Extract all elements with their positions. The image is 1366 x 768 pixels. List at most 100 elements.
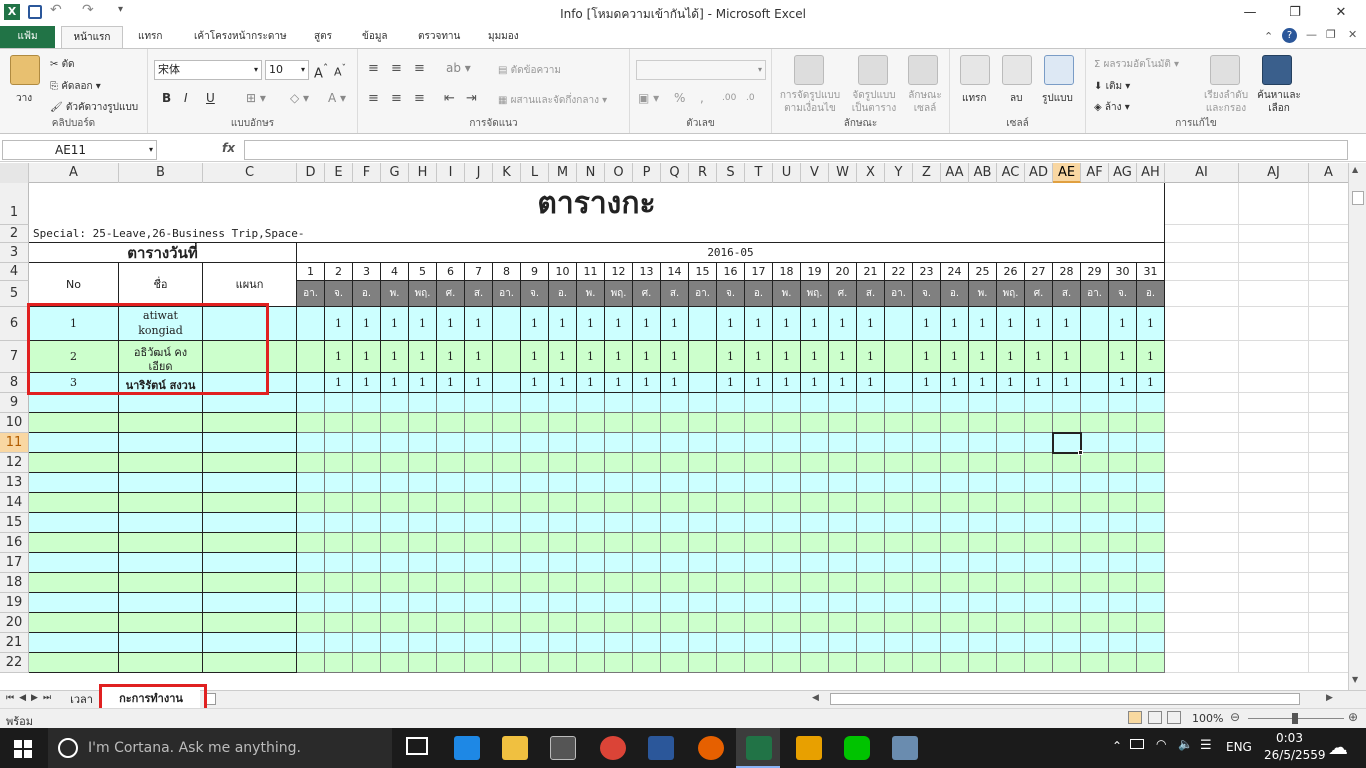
decrease-indent-icon[interactable]: ⇤ — [444, 91, 455, 106]
scroll-down-icon[interactable]: ▼ — [1352, 675, 1358, 684]
empty-cell[interactable] — [381, 393, 409, 413]
empty-cell[interactable] — [689, 573, 717, 593]
empty-cell[interactable] — [1309, 473, 1348, 493]
empty-cell[interactable] — [969, 513, 997, 533]
paste-button[interactable]: วาง — [16, 91, 32, 106]
empty-cell[interactable] — [885, 453, 913, 473]
insert-cells-icon[interactable] — [960, 55, 990, 85]
empty-cell[interactable] — [1025, 433, 1053, 453]
empty-cell[interactable] — [1239, 453, 1309, 473]
empty-cell[interactable] — [969, 613, 997, 633]
zoom-in-icon[interactable]: ⊕ — [1348, 710, 1358, 724]
empty-cell[interactable] — [437, 633, 465, 653]
clock-date[interactable]: 26/5/2559 — [1264, 748, 1326, 762]
empty-cell[interactable] — [437, 473, 465, 493]
internet-explorer-icon[interactable] — [454, 736, 480, 760]
sheet-tab-time[interactable]: เวลา — [64, 691, 100, 708]
empty-cell[interactable] — [745, 653, 773, 673]
empty-cell[interactable] — [1081, 633, 1109, 653]
empty-cell[interactable] — [717, 553, 745, 573]
empty-cell[interactable] — [829, 593, 857, 613]
empty-cell[interactable] — [549, 593, 577, 613]
format-painter-button[interactable]: 🖌 ตัวคัดวางรูปแบบ — [50, 100, 138, 115]
empty-cell[interactable] — [633, 553, 661, 573]
empty-cell[interactable] — [1053, 393, 1081, 413]
row-header[interactable]: 11 — [0, 433, 29, 453]
shift-cell[interactable]: 1 — [773, 307, 801, 341]
empty-cell[interactable] — [203, 393, 297, 413]
empty-cell[interactable] — [1309, 593, 1348, 613]
row-header[interactable]: 14 — [0, 493, 29, 513]
empty-cell[interactable] — [353, 533, 381, 553]
empty-cell[interactable] — [1309, 553, 1348, 573]
empty-cell[interactable] — [885, 473, 913, 493]
empty-cell[interactable] — [997, 453, 1025, 473]
empty-cell[interactable] — [1081, 473, 1109, 493]
row-header[interactable]: 13 — [0, 473, 29, 493]
empty-cell[interactable] — [1309, 413, 1348, 433]
empty-cell[interactable] — [297, 653, 325, 673]
empty-cell[interactable] — [969, 453, 997, 473]
empty-cell[interactable] — [661, 433, 689, 453]
shift-cell[interactable]: 1 — [969, 373, 997, 393]
empty-cell[interactable] — [661, 613, 689, 633]
empty-cell[interactable] — [941, 493, 969, 513]
empty-cell[interactable] — [857, 433, 885, 453]
empty-cell[interactable] — [857, 573, 885, 593]
empty-cell[interactable] — [353, 453, 381, 473]
empty-cell[interactable] — [29, 513, 119, 533]
shift-cell[interactable]: 1 — [913, 341, 941, 373]
empty-cell[interactable] — [381, 653, 409, 673]
empty-cell[interactable] — [577, 493, 605, 513]
empty-cell[interactable] — [119, 653, 203, 673]
empty-cell[interactable] — [119, 473, 203, 493]
empty-cell[interactable] — [1109, 453, 1137, 473]
empty-cell[interactable] — [203, 413, 297, 433]
empty-cell[interactable] — [661, 393, 689, 413]
line-app-icon[interactable] — [844, 736, 870, 760]
empty-cell[interactable] — [1239, 413, 1309, 433]
empty-cell[interactable] — [577, 453, 605, 473]
empty-cell[interactable] — [857, 393, 885, 413]
empty-cell[interactable] — [1309, 653, 1348, 673]
empty-cell[interactable] — [493, 453, 521, 473]
empty-cell[interactable] — [325, 553, 353, 573]
empty-cell[interactable] — [857, 633, 885, 653]
scroll-right-icon[interactable]: ▶ — [1326, 693, 1333, 703]
empty-cell[interactable] — [1081, 433, 1109, 453]
row-header[interactable]: 16 — [0, 533, 29, 553]
empty-cell[interactable] — [325, 573, 353, 593]
empty-cell[interactable] — [1239, 533, 1309, 553]
empty-cell[interactable] — [119, 573, 203, 593]
empty-cell[interactable] — [1053, 573, 1081, 593]
shift-cell[interactable]: 1 — [1053, 341, 1081, 373]
empty-cell[interactable] — [633, 573, 661, 593]
empty-cell[interactable] — [437, 613, 465, 633]
empty-cell[interactable] — [1309, 453, 1348, 473]
empty-cell[interactable] — [1109, 613, 1137, 633]
empty-cell[interactable] — [633, 513, 661, 533]
name-box[interactable]: AE11 ▾ — [2, 140, 157, 160]
shift-cell[interactable]: 1 — [801, 307, 829, 341]
shift-cell[interactable]: 1 — [773, 373, 801, 393]
empty-cell[interactable] — [1239, 341, 1309, 373]
empty-cell[interactable] — [689, 473, 717, 493]
formula-input[interactable] — [244, 140, 1348, 160]
empty-cell[interactable] — [605, 393, 633, 413]
action-center-icon[interactable]: ☰ — [1200, 738, 1212, 753]
empty-cell[interactable] — [1109, 473, 1137, 493]
empty-cell[interactable] — [381, 613, 409, 633]
scroll-up-icon[interactable]: ▲ — [1352, 165, 1358, 174]
empty-cell[interactable] — [913, 593, 941, 613]
empty-cell[interactable] — [1239, 263, 1309, 281]
empty-cell[interactable] — [29, 653, 119, 673]
font-size-select[interactable]: 10 ▾ — [265, 60, 309, 80]
format-as-table-icon[interactable] — [858, 55, 888, 85]
shift-cell[interactable]: 1 — [325, 373, 353, 393]
scroll-left-icon[interactable]: ◀ — [812, 693, 819, 703]
empty-cell[interactable] — [1081, 593, 1109, 613]
help-icon[interactable]: ? — [1282, 28, 1297, 43]
empty-cell[interactable] — [381, 533, 409, 553]
empty-cell[interactable] — [857, 593, 885, 613]
empty-cell[interactable] — [1025, 573, 1053, 593]
